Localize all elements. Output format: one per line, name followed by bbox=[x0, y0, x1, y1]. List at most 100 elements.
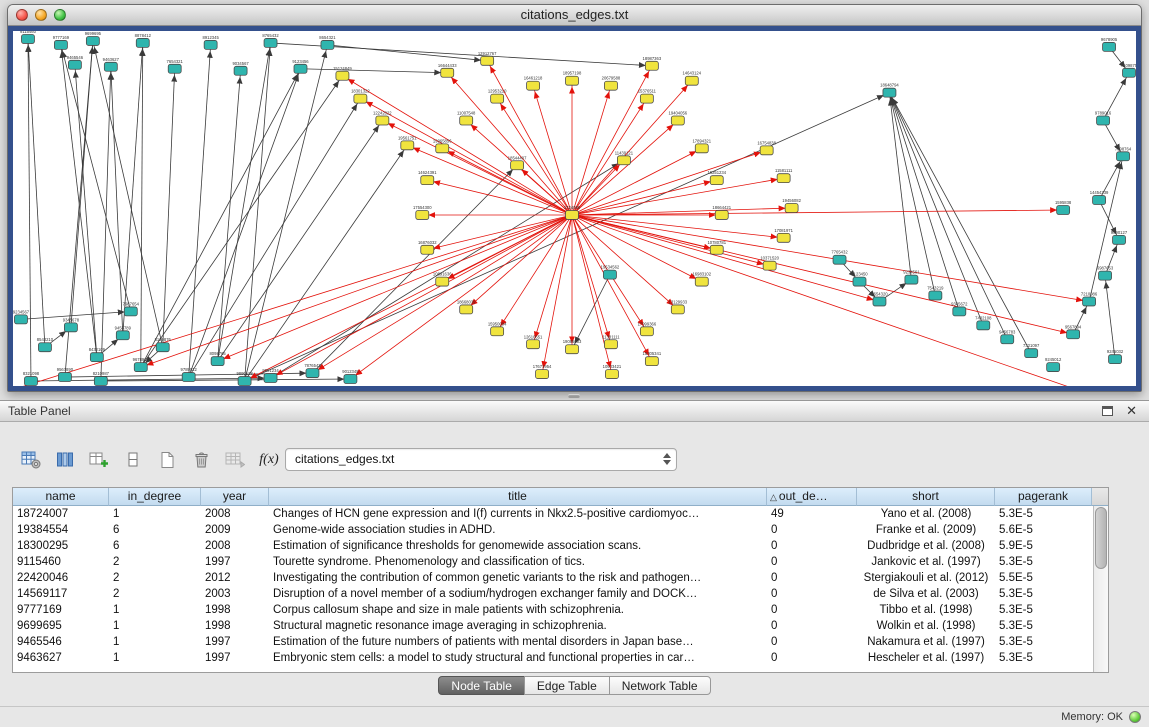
graph-node[interactable] bbox=[1001, 335, 1014, 344]
graph-node[interactable] bbox=[481, 56, 494, 65]
table-select-combo[interactable]: citations_edges.txt bbox=[285, 448, 677, 471]
graph-canvas[interactable]: 1724096186644211625123417894321194040561… bbox=[13, 31, 1136, 386]
graph-node[interactable] bbox=[436, 144, 449, 153]
graph-node[interactable] bbox=[566, 76, 579, 85]
graph-node[interactable] bbox=[306, 369, 319, 378]
graph-edge[interactable] bbox=[572, 215, 770, 266]
graph-node[interactable] bbox=[58, 373, 71, 382]
graph-edge[interactable] bbox=[572, 86, 611, 215]
graph-node[interactable] bbox=[116, 331, 129, 340]
graph-node[interactable] bbox=[86, 36, 99, 45]
graph-node[interactable] bbox=[94, 377, 107, 386]
table-row[interactable]: 946362711997Embryonic stem cells: a mode… bbox=[13, 650, 1108, 666]
graph-edge[interactable] bbox=[572, 215, 1073, 334]
graph-node[interactable] bbox=[264, 38, 277, 47]
table-mode-button[interactable] bbox=[16, 447, 46, 473]
graph-edge[interactable] bbox=[141, 43, 143, 367]
graph-node[interactable] bbox=[645, 61, 658, 70]
table-row[interactable]: 2242004622012Investigating the contribut… bbox=[13, 570, 1108, 586]
graph-edge[interactable] bbox=[447, 73, 572, 215]
graph-node[interactable] bbox=[421, 245, 434, 254]
tab-network-table[interactable]: Network Table bbox=[609, 676, 711, 695]
column-header-short[interactable]: short bbox=[857, 488, 995, 506]
graph-node[interactable] bbox=[401, 141, 414, 150]
graph-node[interactable] bbox=[604, 81, 617, 90]
graph-node[interactable] bbox=[527, 340, 540, 349]
graph-node[interactable] bbox=[1083, 297, 1096, 306]
graph-edge[interactable] bbox=[572, 180, 717, 215]
graph-edge[interactable] bbox=[572, 215, 678, 309]
graph-node[interactable] bbox=[1067, 330, 1080, 339]
graph-edge[interactable] bbox=[427, 180, 572, 215]
graph-edge[interactable] bbox=[327, 45, 487, 61]
graph-edge[interactable] bbox=[572, 215, 1089, 302]
graph-edge[interactable] bbox=[123, 43, 143, 335]
graph-edge[interactable] bbox=[572, 215, 702, 282]
graph-edge[interactable] bbox=[189, 45, 211, 377]
window-titlebar[interactable]: citations_edges.txt bbox=[8, 5, 1141, 26]
graph-node[interactable] bbox=[38, 343, 51, 352]
graph-edge[interactable] bbox=[163, 69, 175, 347]
tab-node-table[interactable]: Node Table bbox=[438, 676, 525, 695]
graph-node[interactable] bbox=[64, 323, 77, 332]
graph-node[interactable] bbox=[124, 307, 137, 316]
graph-edge[interactable] bbox=[218, 43, 271, 361]
graph-node[interactable] bbox=[234, 66, 247, 75]
column-header-name[interactable]: name bbox=[13, 488, 109, 506]
graph-edge[interactable] bbox=[312, 215, 572, 373]
graph-edge[interactable] bbox=[218, 71, 241, 361]
graph-node[interactable] bbox=[134, 363, 147, 372]
new-table-button[interactable] bbox=[152, 447, 182, 473]
table-row[interactable]: 1938455462009Genome-wide association stu… bbox=[13, 522, 1108, 538]
graph-edge[interactable] bbox=[572, 120, 678, 214]
graph-edge[interactable] bbox=[350, 215, 572, 379]
graph-node[interactable] bbox=[204, 40, 217, 49]
graph-node[interactable] bbox=[604, 340, 617, 349]
graph-node[interactable] bbox=[416, 210, 429, 219]
graph-node[interactable] bbox=[1093, 196, 1106, 205]
graph-node[interactable] bbox=[68, 60, 81, 69]
graph-node[interactable] bbox=[1103, 42, 1116, 51]
graph-node[interactable] bbox=[156, 343, 169, 352]
table-row[interactable]: 969969511998Structural magnetic resonanc… bbox=[13, 618, 1108, 634]
graph-edge[interactable] bbox=[342, 76, 572, 215]
graph-node[interactable] bbox=[715, 210, 728, 219]
graph-node[interactable] bbox=[953, 307, 966, 316]
graph-node[interactable] bbox=[1123, 68, 1136, 77]
graph-node[interactable] bbox=[527, 81, 540, 90]
close-panel-icon[interactable]: ✕ bbox=[1126, 403, 1137, 419]
graph-edge[interactable] bbox=[61, 45, 131, 311]
row-options-button[interactable] bbox=[118, 447, 148, 473]
graph-node[interactable] bbox=[873, 297, 886, 306]
graph-edge[interactable] bbox=[572, 148, 702, 215]
graph-edge[interactable] bbox=[141, 215, 572, 367]
graph-node[interactable] bbox=[1109, 355, 1122, 364]
vertical-scrollbar[interactable] bbox=[1093, 506, 1108, 672]
graph-node[interactable] bbox=[14, 315, 27, 324]
graph-node[interactable] bbox=[905, 275, 918, 284]
column-header-title[interactable]: title bbox=[269, 488, 767, 506]
graph-node[interactable] bbox=[640, 327, 653, 336]
graph-node[interactable] bbox=[211, 357, 224, 366]
delete-table-button[interactable] bbox=[186, 447, 216, 473]
graph-node[interactable] bbox=[294, 64, 307, 73]
graph-node[interactable] bbox=[883, 88, 896, 97]
graph-edge[interactable] bbox=[572, 215, 611, 344]
column-header-year[interactable]: year bbox=[201, 488, 269, 506]
graph-node[interactable] bbox=[760, 146, 773, 155]
graph-edge[interactable] bbox=[466, 215, 572, 309]
graph-edge[interactable] bbox=[312, 165, 517, 373]
graph-edge[interactable] bbox=[572, 99, 647, 215]
graph-edge[interactable] bbox=[533, 215, 572, 344]
graph-node[interactable] bbox=[777, 174, 790, 183]
create-column-button[interactable] bbox=[84, 447, 114, 473]
citation-network-graph[interactable]: 1724096186644211625123417894321194040561… bbox=[13, 31, 1136, 386]
graph-node[interactable] bbox=[24, 377, 37, 386]
graph-node[interactable] bbox=[90, 353, 103, 362]
float-panel-icon[interactable] bbox=[1102, 406, 1113, 416]
graph-edge[interactable] bbox=[141, 76, 343, 367]
graph-node[interactable] bbox=[436, 277, 449, 286]
graph-node[interactable] bbox=[833, 255, 846, 264]
graph-node[interactable] bbox=[104, 62, 117, 71]
table-row[interactable]: 1456911722003Disruption of a novel membe… bbox=[13, 586, 1108, 602]
